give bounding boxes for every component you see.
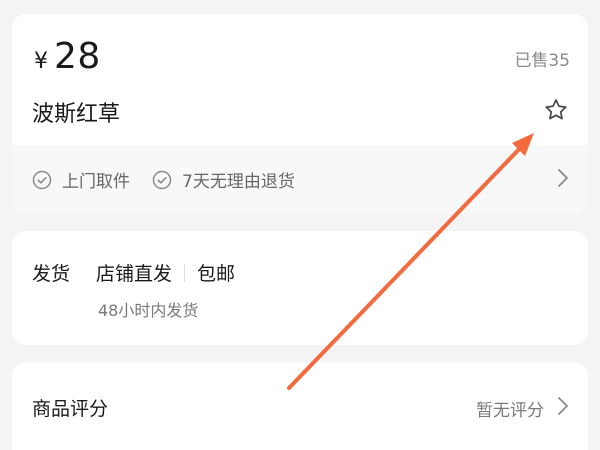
shipping-row: 发货 店铺直发 包邮 [32,259,235,286]
product-price: 28 [54,36,101,77]
shipping-method: 店铺直发 [96,263,173,285]
divider [184,263,186,282]
star-outline-icon[interactable] [543,97,569,123]
product-title: 波斯红草 [32,102,121,127]
service-label: 7天无理由退货 [182,172,295,192]
rating-row[interactable]: 商品评分 暂无评分 [12,362,588,450]
favorite-button[interactable] [540,94,572,126]
currency-symbol: ¥ [34,49,48,74]
sold-count: 已售35 [514,51,570,71]
shipping-card: 发货 店铺直发 包邮 48小时内发货 [12,231,588,345]
shipping-time-note: 48小时内发货 [98,301,199,320]
service-item-pickup: 上门取件 [32,167,130,192]
rating-label: 商品评分 [32,398,109,420]
price-row: ¥ 28 [34,36,101,77]
product-detail-page: ¥ 28 已售35 波斯红草 上门取件 7天无理由退货 发货 店铺直发 包邮 4… [0,0,600,450]
price-card: ¥ 28 已售35 波斯红草 上门取件 7天无理由退货 [12,14,588,214]
shipping-fee: 包邮 [197,263,236,285]
service-guarantee-bar[interactable]: 上门取件 7天无理由退货 [12,145,588,214]
rating-value: 暂无评分 [476,401,544,421]
service-item-return: 7天无理由退货 [152,167,295,192]
check-circle-icon [32,170,52,190]
chevron-right-icon [556,167,570,189]
shipping-label: 发货 [32,263,71,285]
check-circle-icon [152,170,172,190]
chevron-right-icon [556,395,570,417]
service-label: 上门取件 [62,172,130,192]
